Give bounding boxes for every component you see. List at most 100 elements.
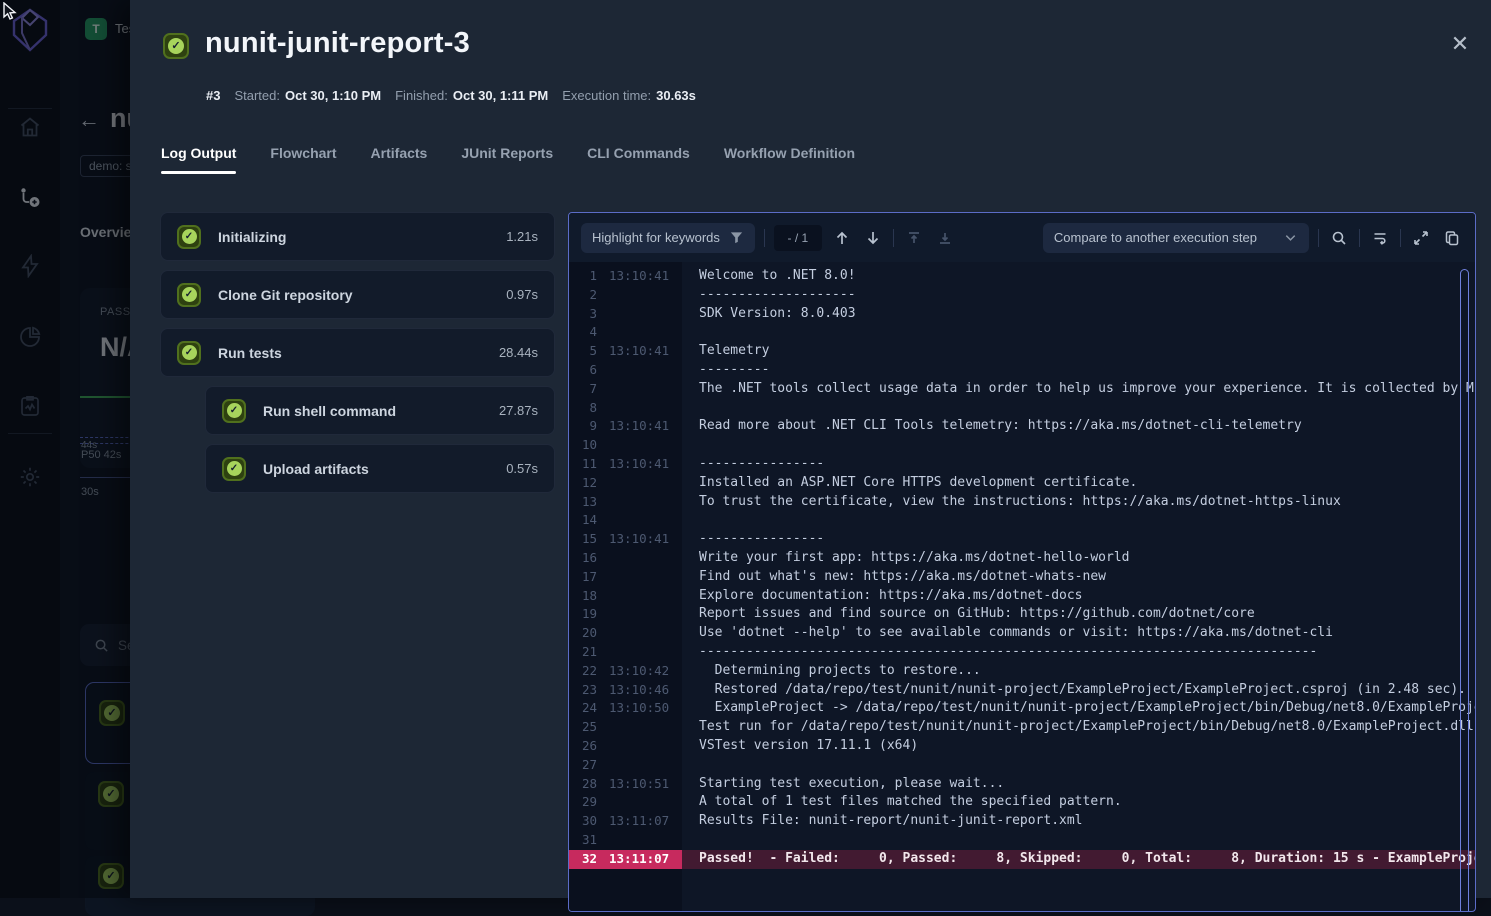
started-value: Oct 30, 1:10 PM	[285, 88, 381, 103]
line-timestamp	[609, 737, 679, 756]
tab-artifacts[interactable]: Artifacts	[371, 145, 428, 174]
close-icon[interactable]: ✕	[1448, 32, 1472, 56]
scroll-bottom-icon[interactable]	[934, 227, 956, 249]
line-text: SDK Version: 8.0.403	[682, 305, 1475, 324]
line-timestamp: 13:11:07	[609, 812, 679, 831]
line-text: Starting test execution, please wait...	[682, 775, 1475, 794]
line-text: Installed an ASP.NET Core HTTPS developm…	[682, 474, 1475, 493]
filter-icon	[729, 230, 744, 245]
tab-flowchart[interactable]: Flowchart	[270, 145, 336, 174]
highlight-keywords-button[interactable]: Highlight for keywords	[581, 223, 755, 253]
line-number: 30	[569, 812, 597, 831]
copy-icon[interactable]	[1441, 227, 1463, 249]
log-line-8: 8	[569, 399, 1475, 418]
status-success-icon: ✓	[163, 33, 189, 59]
line-number: 1	[569, 267, 597, 286]
line-text	[682, 831, 1475, 850]
tab-junit-reports[interactable]: JUnit Reports	[461, 145, 553, 174]
started-label: Started:	[234, 88, 280, 103]
log-line-11: 1113:10:41----------------	[569, 455, 1475, 474]
line-timestamp: 13:10:41	[609, 342, 679, 361]
log-line-31: 31	[569, 831, 1475, 850]
previous-match-button[interactable]	[831, 227, 853, 249]
expand-icon[interactable]	[1410, 227, 1432, 249]
line-timestamp	[609, 323, 679, 342]
line-text: Find out what's new: https://aka.ms/dotn…	[682, 568, 1475, 587]
line-text: To trust the certificate, view the instr…	[682, 493, 1475, 512]
log-line-30: 30 13:11:07Results File: nunit-report/nun…	[569, 812, 1475, 831]
line-number: 5	[569, 342, 597, 361]
tab-log-output[interactable]: Log Output	[161, 145, 236, 174]
line-timestamp	[609, 587, 679, 606]
log-line-14: 14	[569, 511, 1475, 530]
line-number: 23	[569, 681, 597, 700]
step-success-icon: ✓	[222, 457, 246, 481]
search-icon[interactable]	[1328, 227, 1350, 249]
line-number: 18	[569, 587, 597, 606]
log-line-23: 2313:10:46 Restored /data/repo/test/nuni…	[569, 681, 1475, 700]
log-line-3: 3SDK Version: 8.0.403	[569, 305, 1475, 324]
log-line-2: 2 --------------------	[569, 286, 1475, 305]
line-timestamp	[609, 493, 679, 512]
log-line-28: 2813:10:51Starting test execution, pleas…	[569, 775, 1475, 794]
line-text: Passed! - Failed: 0, Passed: 8, Skipped:…	[682, 850, 1475, 869]
line-text: The .NET tools collect usage data in ord…	[682, 380, 1475, 399]
mouse-cursor	[2, 2, 20, 20]
line-number: 2	[569, 286, 597, 305]
line-text: Use 'dotnet --help' to see available com…	[682, 624, 1475, 643]
step-clone-git-repository[interactable]: ✓Clone Git repository0.97s	[160, 270, 555, 319]
line-text: A total of 1 test files matched the spec…	[682, 793, 1475, 812]
wrap-text-icon[interactable]	[1369, 227, 1391, 249]
next-match-button[interactable]	[862, 227, 884, 249]
log-line-12: 12Installed an ASP.NET Core HTTPS develo…	[569, 474, 1475, 493]
log-line-16: 16Write your first app: https://aka.ms/d…	[569, 549, 1475, 568]
line-timestamp	[609, 380, 679, 399]
log-line-5: 5 13:10:41Telemetry	[569, 342, 1475, 361]
line-text: Results File: nunit-report/nunit-junit-r…	[682, 812, 1475, 831]
step-initializing[interactable]: ✓Initializing1.21s	[160, 212, 555, 261]
steps-list: ✓Initializing1.21s ✓Clone Git repository0…	[160, 212, 555, 502]
line-number: 22	[569, 662, 597, 681]
modal-title: nunit-junit-report-3	[205, 27, 470, 60]
line-text: ----------------	[682, 530, 1475, 549]
step-upload-artifacts[interactable]: ✓Upload artifacts0.57s	[205, 444, 555, 493]
line-number: 24	[569, 699, 597, 718]
step-label: Run shell command	[263, 403, 482, 419]
log-line-13: 13To trust the certificate, view the ins…	[569, 493, 1475, 512]
log-line-4: 4	[569, 323, 1475, 342]
line-timestamp	[609, 436, 679, 455]
line-timestamp	[609, 568, 679, 587]
line-text	[682, 511, 1475, 530]
line-number: 19	[569, 605, 597, 624]
log-line-6: 6---------	[569, 361, 1475, 380]
line-timestamp: 13:10:51	[609, 775, 679, 794]
log-line-20: 20Use 'dotnet --help' to see available c…	[569, 624, 1475, 643]
log-line-18: 18Explore documentation: https://aka.ms/…	[569, 587, 1475, 606]
step-run-tests[interactable]: ✓Run tests28.44s	[160, 328, 555, 377]
line-text	[682, 756, 1475, 775]
execution-time-value: 30.63s	[656, 88, 696, 103]
tabs: Log Output Flowchart Artifacts JUnit Report…	[161, 145, 855, 174]
line-text: Write your first app: https://aka.ms/dot…	[682, 549, 1475, 568]
tab-cli-commands[interactable]: CLI Commands	[587, 145, 690, 174]
log-panel: Highlight for keywords - / 1 C	[568, 212, 1476, 912]
log-scrollbar-thumb[interactable]	[1460, 269, 1469, 912]
line-text: --------------------	[682, 286, 1475, 305]
line-text	[682, 323, 1475, 342]
step-run-shell-command[interactable]: ✓Run shell command27.87s	[205, 386, 555, 435]
line-timestamp	[609, 361, 679, 380]
step-duration: 28.44s	[499, 345, 538, 360]
line-timestamp	[609, 793, 679, 812]
line-text: Determining projects to restore...	[682, 662, 1475, 681]
scroll-top-icon[interactable]	[903, 227, 925, 249]
log-line-24: 2413:10:50 ExampleProject -> /data/repo/…	[569, 699, 1475, 718]
line-timestamp	[609, 286, 679, 305]
line-timestamp: 13:10:41	[609, 417, 679, 436]
tab-workflow-definition[interactable]: Workflow Definition	[724, 145, 855, 174]
finished-value: Oct 30, 1:11 PM	[453, 88, 548, 103]
compare-step-dropdown[interactable]: Compare to another execution step	[1043, 223, 1309, 253]
line-text: Telemetry	[682, 342, 1475, 361]
log-output: 113:10:41Welcome to .NET 8.0!2----------…	[569, 262, 1475, 911]
line-text: Test run for /data/repo/test/nunit/nunit…	[682, 718, 1475, 737]
step-duration: 0.97s	[506, 287, 538, 302]
